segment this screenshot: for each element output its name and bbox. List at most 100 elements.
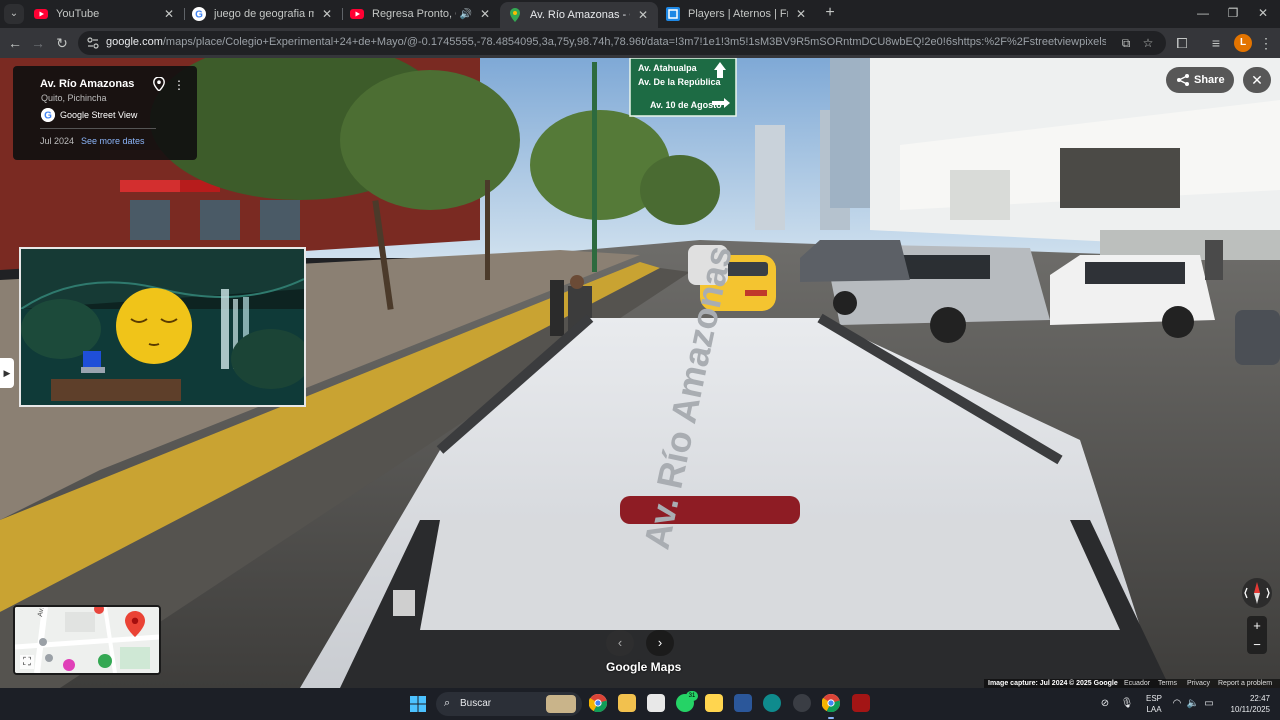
place-subtitle: Quito, Pichincha (41, 93, 107, 103)
maps-pin-icon (508, 8, 522, 22)
tab-search-button[interactable]: ⌄ (4, 4, 24, 24)
picture-in-picture-overlay[interactable] (19, 247, 306, 407)
settings-icon[interactable] (793, 694, 811, 712)
tab-title: YouTube (56, 8, 100, 20)
country-link[interactable]: Ecuador (1124, 680, 1150, 687)
reload-button[interactable]: ↻ (52, 33, 72, 53)
taskbar-search[interactable]: ⌕ Buscar (436, 692, 582, 716)
volume-icon[interactable]: 🔈 (1186, 697, 1200, 711)
zoom-out-button[interactable]: − (1247, 635, 1267, 654)
image-capture-text: Image capture: Jul 2024 (988, 680, 1068, 687)
share-label: Share (1194, 74, 1225, 86)
close-icon[interactable]: ✕ (794, 7, 808, 21)
privacy-link[interactable]: Privacy (1187, 680, 1210, 687)
forward-button[interactable]: → (28, 33, 48, 53)
wifi-icon[interactable]: ◠ (1170, 697, 1184, 711)
location-pin-icon[interactable] (153, 77, 165, 91)
chevron-right-icon: › (657, 635, 663, 650)
browser-toolbar: ← → ↻ google.com/maps/place/Colegio+Expe… (0, 28, 1280, 58)
sticky-notes-icon[interactable] (705, 694, 723, 712)
next-image-button[interactable]: › (646, 630, 674, 656)
store-icon[interactable] (647, 694, 665, 712)
expand-map-icon[interactable]: ⛶ (20, 655, 34, 669)
copyright-text: © 2025 Google (1069, 680, 1118, 687)
close-icon[interactable]: ✕ (478, 7, 492, 21)
youtube-icon (34, 7, 48, 21)
search-placeholder: Buscar (460, 698, 492, 709)
active-app-indicator (828, 717, 834, 719)
minimap[interactable]: Av. de ⛶ (13, 605, 161, 675)
road-sign-line1: Av. Atahualpa (638, 63, 698, 73)
extensions-icon[interactable]: ⧠ (1172, 33, 1192, 53)
expand-sidepanel-button[interactable]: ▶ (0, 358, 14, 388)
tab-google-search[interactable]: G juego de geografia mapa strea ✕ (184, 2, 342, 26)
google-icon: G (192, 7, 206, 21)
zoom-control: + − (1247, 616, 1267, 654)
profile-avatar[interactable]: L (1234, 34, 1252, 52)
share-icon (1177, 74, 1189, 86)
minimize-button[interactable]: — (1192, 4, 1214, 22)
file-explorer-icon[interactable] (618, 694, 636, 712)
svg-text:G: G (195, 10, 203, 21)
browser-tab-strip: ⌄ YouTube ✕ G juego de geografia mapa st… (0, 0, 1280, 28)
site-info-icon[interactable] (86, 36, 100, 50)
close-street-view-button[interactable]: ✕ (1243, 67, 1271, 93)
language-indicator[interactable]: ESP LAA (1144, 693, 1164, 715)
valorant-icon[interactable] (852, 694, 870, 712)
youtube-icon (350, 7, 364, 21)
edge-icon[interactable] (763, 694, 781, 712)
word-icon[interactable] (734, 694, 752, 712)
tab-google-maps[interactable]: Av. Río Amazonas - Google Ma ✕ (500, 2, 658, 28)
battery-icon[interactable]: ▭ (1202, 697, 1216, 711)
road-sign-line2: Av. De la República (638, 77, 722, 87)
share-button[interactable]: Share (1166, 67, 1234, 93)
close-icon[interactable]: ✕ (320, 7, 334, 21)
close-icon[interactable]: ✕ (636, 8, 650, 22)
see-more-dates-link[interactable]: See more dates (81, 136, 145, 146)
chrome-profile-icon[interactable] (821, 694, 840, 713)
close-icon[interactable]: ✕ (162, 7, 176, 21)
zoom-in-button[interactable]: + (1247, 616, 1267, 635)
system-clock[interactable]: 22:47 10/11/2025 (1224, 693, 1270, 715)
new-tab-button[interactable]: + (822, 5, 838, 21)
road-sign-line3: Av. 10 de Agosto (650, 100, 722, 110)
restore-button[interactable]: ❐ (1222, 4, 1244, 22)
speaker-icon[interactable]: 🔊 (460, 9, 472, 20)
tab-aternos[interactable]: Players | Aternos | Free Minecra ✕ (658, 2, 816, 26)
tab-title: Regresa Pronto, Grupo Gala (372, 8, 456, 20)
report-problem-link[interactable]: Report a problem (1218, 680, 1272, 687)
chrome-icon[interactable] (588, 694, 607, 713)
chevron-right-icon: ▶ (3, 368, 11, 378)
previous-image-button[interactable]: ‹ (606, 630, 634, 656)
window-close-button[interactable]: ✕ (1252, 4, 1274, 22)
windows-taskbar: ⌕ Buscar 31 ⊘ 🎙 ESP LAA ◠ 🔈 ▭ 22:47 10/11/… (0, 688, 1280, 720)
tab-title: Players | Aternos | Free Minecra (688, 8, 788, 20)
desktop-screen: ⌄ YouTube ✕ G juego de geografia mapa st… (0, 0, 1280, 720)
back-button[interactable]: ← (5, 33, 25, 53)
notification-badge: 31 (686, 691, 698, 701)
tab-youtube[interactable]: YouTube ✕ (26, 2, 184, 26)
source-label: Google Street View (60, 110, 138, 120)
more-options-icon[interactable]: ⋮ (173, 77, 185, 93)
tab-youtube-music[interactable]: Regresa Pronto, Grupo Gala 🔊 ✕ (342, 2, 500, 26)
windows-start-icon[interactable] (410, 696, 426, 712)
google-maps-logo: Google Maps (606, 660, 682, 674)
place-title: Av. Río Amazonas (40, 78, 135, 90)
bookmark-star-icon[interactable]: ☆ (1140, 35, 1156, 51)
aternos-icon (666, 7, 680, 21)
svg-text:G: G (44, 111, 52, 122)
google-icon: G (41, 108, 55, 122)
install-app-icon[interactable]: ⧉ (1118, 35, 1134, 51)
menu-kebab-icon[interactable]: ⋮ (1256, 33, 1276, 53)
media-controls-icon[interactable]: ≡ (1206, 33, 1226, 53)
compass-button[interactable] (1242, 578, 1272, 608)
tab-title: Av. Río Amazonas - Google Ma (530, 9, 630, 21)
terms-link[interactable]: Terms (1158, 680, 1177, 687)
street-view-info-card: Av. Río Amazonas Quito, Pichincha ⋮ G Go… (13, 66, 197, 160)
close-icon: ✕ (1251, 72, 1263, 88)
compass-icon (1244, 582, 1270, 604)
url-text[interactable]: google.com/maps/place/Colegio+Experiment… (106, 36, 1106, 48)
network-off-icon[interactable]: ⊘ (1098, 697, 1112, 711)
microphone-icon[interactable]: 🎙 (1120, 697, 1134, 711)
address-bar[interactable]: google.com/maps/place/Colegio+Experiment… (78, 31, 1166, 55)
